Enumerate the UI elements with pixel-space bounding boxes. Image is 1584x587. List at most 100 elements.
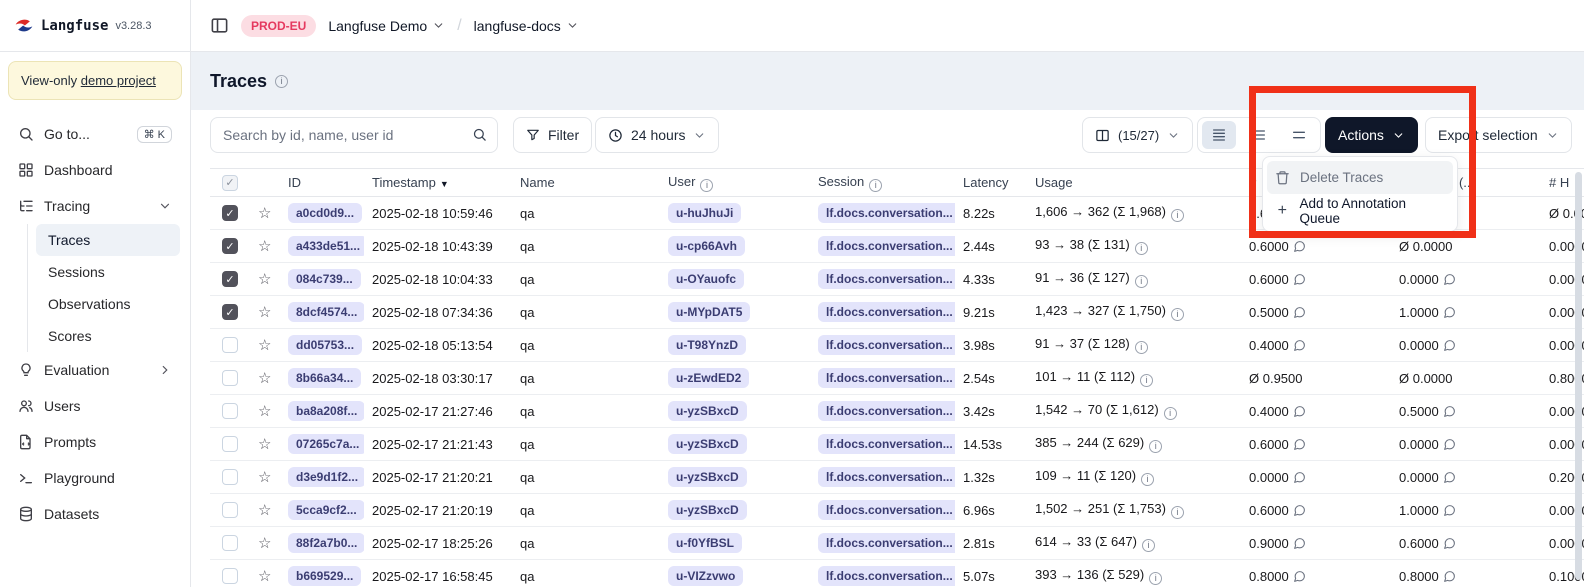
latency-column-header[interactable]: Latency <box>955 169 1027 197</box>
bookmark-star-icon[interactable]: ☆ <box>258 403 271 420</box>
row-height-medium-button[interactable] <box>1242 121 1276 149</box>
vertical-scrollbar[interactable] <box>1575 172 1582 580</box>
session-badge[interactable]: lf.docs.conversation... <box>818 401 955 421</box>
row-checkbox[interactable]: ✓ <box>222 337 238 353</box>
user-badge[interactable]: u-yzSBxcD <box>668 434 747 454</box>
bookmark-star-icon[interactable]: ☆ <box>258 205 271 222</box>
session-badge[interactable]: lf.docs.conversation... <box>818 236 955 256</box>
session-badge[interactable]: lf.docs.conversation... <box>818 533 955 553</box>
id-column-header[interactable]: ID <box>280 169 364 197</box>
row-checkbox[interactable]: ✓ <box>222 436 238 452</box>
sidebar-item-scores[interactable]: Scores <box>36 320 180 352</box>
user-column-header[interactable]: Useri <box>660 169 810 197</box>
trace-id-badge[interactable]: d3e9d1f2... <box>288 467 364 487</box>
menu-item-delete-traces[interactable]: Delete Traces <box>1267 161 1453 194</box>
trace-id-badge[interactable]: 88f2a7b0... <box>288 533 364 553</box>
session-column-header[interactable]: Sessioni <box>810 169 955 197</box>
trace-id-badge[interactable]: dd05753... <box>288 335 362 355</box>
session-badge[interactable]: lf.docs.conversation... <box>818 269 955 289</box>
user-badge[interactable]: u-zEwdED2 <box>668 368 749 388</box>
timerange-button[interactable]: 24 hours <box>595 117 719 153</box>
user-badge[interactable]: u-cp66Avh <box>668 236 745 256</box>
user-badge[interactable]: u-OYauofc <box>668 269 744 289</box>
bookmark-star-icon[interactable]: ☆ <box>258 502 271 519</box>
user-badge[interactable]: u-f0YfBSL <box>668 533 742 553</box>
session-badge[interactable]: lf.docs.conversation... <box>818 566 955 586</box>
row-checkbox[interactable]: ✓ <box>222 568 238 584</box>
row-checkbox[interactable]: ✓ <box>222 304 238 320</box>
trace-id-badge[interactable]: 5cca9cf2... <box>288 500 364 520</box>
sidebar-item-dashboard[interactable]: Dashboard <box>10 152 180 188</box>
user-badge[interactable]: u-yzSBxcD <box>668 500 747 520</box>
sidebar-item-tracing[interactable]: Tracing <box>10 188 180 224</box>
session-badge[interactable]: lf.docs.conversation... <box>818 335 955 355</box>
user-badge[interactable]: u-yzSBxcD <box>668 401 747 421</box>
bookmark-star-icon[interactable]: ☆ <box>258 568 271 585</box>
session-badge[interactable]: lf.docs.conversation... <box>818 434 955 454</box>
row-checkbox[interactable]: ✓ <box>222 205 238 221</box>
row-height-small-button[interactable] <box>1202 121 1236 149</box>
trace-id-badge[interactable]: 07265c7a... <box>288 434 364 454</box>
bookmark-star-icon[interactable]: ☆ <box>258 535 271 552</box>
sidebar-item-goto[interactable]: Go to... ⌘ K <box>10 116 180 152</box>
sidebar-item-prompts[interactable]: Prompts <box>10 424 180 460</box>
users-label: Users <box>44 398 172 414</box>
search-input[interactable] <box>210 117 498 153</box>
user-badge[interactable]: u-yzSBxcD <box>668 467 747 487</box>
sidebar-item-observations[interactable]: Observations <box>36 288 180 320</box>
row-checkbox[interactable]: ✓ <box>222 535 238 551</box>
score1-cell: 0.9000 <box>1241 527 1391 560</box>
session-badge[interactable]: lf.docs.conversation... <box>818 203 955 223</box>
bookmark-star-icon[interactable]: ☆ <box>258 370 271 387</box>
bookmark-star-icon[interactable]: ☆ <box>258 469 271 486</box>
user-badge[interactable]: u-huJhuJi <box>668 203 741 223</box>
user-badge[interactable]: u-MYpDAT5 <box>668 302 750 322</box>
row-checkbox[interactable]: ✓ <box>222 238 238 254</box>
search-icon[interactable] <box>472 127 487 142</box>
menu-item-add-to-annotation-queue[interactable]: + Add to Annotation Queue <box>1267 194 1453 227</box>
row-checkbox[interactable]: ✓ <box>222 370 238 386</box>
timestamp-column-header[interactable]: Timestamp▼ <box>364 169 512 197</box>
sidebar-item-traces[interactable]: Traces <box>36 224 180 256</box>
session-badge[interactable]: lf.docs.conversation... <box>818 302 955 322</box>
export-selection-button[interactable]: Export selection <box>1425 117 1572 153</box>
session-badge[interactable]: lf.docs.conversation... <box>818 368 955 388</box>
org-switcher[interactable]: Langfuse Demo <box>328 18 445 34</box>
user-badge[interactable]: u-T98YnzD <box>668 335 746 355</box>
trace-id-badge[interactable]: 8dcf4574... <box>288 302 364 322</box>
trace-id-badge[interactable]: 084c739... <box>288 269 361 289</box>
sidebar-item-users[interactable]: Users <box>10 388 180 424</box>
bookmark-star-icon[interactable]: ☆ <box>258 304 271 321</box>
sidebar-item-datasets[interactable]: Datasets <box>10 496 180 532</box>
sidebar-item-evaluation[interactable]: Evaluation <box>10 352 180 388</box>
row-checkbox[interactable]: ✓ <box>222 502 238 518</box>
bookmark-star-icon[interactable]: ☆ <box>258 337 271 354</box>
trace-id-badge[interactable]: b669529... <box>288 566 361 586</box>
bookmark-star-icon[interactable]: ☆ <box>258 271 271 288</box>
trace-id-badge[interactable]: ba8a208f... <box>288 401 364 421</box>
row-checkbox[interactable]: ✓ <box>222 469 238 485</box>
row-checkbox[interactable]: ✓ <box>222 271 238 287</box>
demo-project-link[interactable]: demo project <box>81 73 156 88</box>
timestamp-cell: 2025-02-17 21:21:43 <box>364 428 512 461</box>
column-visibility-button[interactable]: (15/27) <box>1082 117 1193 153</box>
name-column-header[interactable]: Name <box>512 169 660 197</box>
project-switcher[interactable]: langfuse-docs <box>474 18 579 34</box>
usage-column-header[interactable]: Usage <box>1027 169 1241 197</box>
filter-button[interactable]: Filter <box>513 117 592 153</box>
row-height-large-button[interactable] <box>1282 121 1316 149</box>
bookmark-star-icon[interactable]: ☆ <box>258 436 271 453</box>
session-badge[interactable]: lf.docs.conversation... <box>818 467 955 487</box>
row-checkbox[interactable]: ✓ <box>222 403 238 419</box>
trace-id-badge[interactable]: 8b66a34... <box>288 368 361 388</box>
trace-id-badge[interactable]: a433de51... <box>288 236 364 256</box>
session-badge[interactable]: lf.docs.conversation... <box>818 500 955 520</box>
sidebar-item-sessions[interactable]: Sessions <box>36 256 180 288</box>
select-all-checkbox[interactable]: ✓ <box>222 175 238 191</box>
panel-left-icon[interactable] <box>210 16 229 35</box>
actions-button[interactable]: Actions <box>1325 117 1418 153</box>
sidebar-item-playground[interactable]: Playground <box>10 460 180 496</box>
user-badge[interactable]: u-VIZzvwo <box>668 566 743 586</box>
trace-id-badge[interactable]: a0cd0d9... <box>288 203 362 223</box>
bookmark-star-icon[interactable]: ☆ <box>258 238 271 255</box>
